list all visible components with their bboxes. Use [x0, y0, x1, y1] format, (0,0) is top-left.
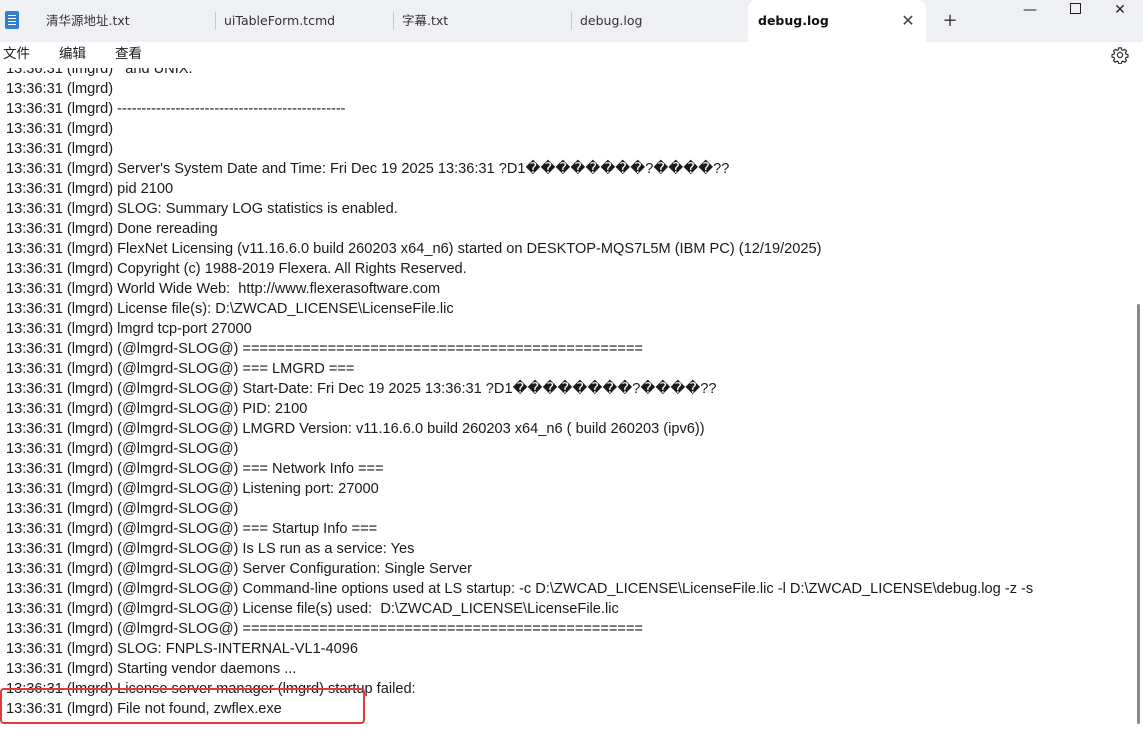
gear-icon[interactable]: [1111, 46, 1129, 64]
log-line: 13:36:31 (lmgrd) Starting vendor daemons…: [6, 661, 297, 677]
tab-file-1[interactable]: 清华源地址.txt: [38, 0, 216, 42]
log-line: 13:36:31 (lmgrd) (@lmgrd-SLOG@) LMGRD Ve…: [6, 421, 705, 437]
log-line: 13:36:31 (lmgrd) (@lmgrd-SLOG@) Listenin…: [6, 481, 379, 497]
log-line: 13:36:31 (lmgrd) (@lmgrd-SLOG@) Command-…: [6, 581, 1034, 597]
log-line: 13:36:31 (lmgrd) (@lmgrd-SLOG@) PID: 210…: [6, 401, 308, 417]
log-line: 13:36:31 (lmgrd) (@lmgrd-SLOG@) Start-Da…: [6, 381, 717, 397]
menu-view[interactable]: 查看: [115, 42, 142, 68]
notepad-icon: [5, 11, 19, 29]
log-lines: 13:36:31 (lmgrd) and UNIX. 13:36:31 (lmgr…: [6, 68, 1033, 719]
tab-file-2[interactable]: uiTableForm.tcmd: [216, 0, 394, 42]
text-editor[interactable]: 13:36:31 (lmgrd) and UNIX. 13:36:31 (lmgr…: [0, 68, 1135, 729]
tab-label: 清华源地址.txt: [46, 13, 130, 28]
maximize-button[interactable]: [1052, 0, 1098, 22]
add-tab-button[interactable]: +: [938, 0, 962, 42]
log-line: 13:36:31 (lmgrd) (@lmgrd-SLOG@) ========…: [6, 341, 643, 357]
log-line: 13:36:31 (lmgrd) (@lmgrd-SLOG@) Server C…: [6, 561, 472, 577]
scrollbar-thumb[interactable]: [1137, 304, 1140, 724]
tab-file-3[interactable]: 字幕.txt: [394, 0, 572, 42]
log-line: 13:36:31 (lmgrd) File not found, zwflex.…: [6, 701, 282, 717]
log-line: 13:36:31 (lmgrd) (@lmgrd-SLOG@) License …: [6, 601, 619, 617]
log-line: 13:36:31 (lmgrd) Done rereading: [6, 221, 218, 237]
log-line: 13:36:31 (lmgrd) (@lmgrd-SLOG@) === Star…: [6, 521, 378, 537]
log-line: 13:36:31 (lmgrd) and UNIX.: [6, 68, 193, 77]
tab-label: uiTableForm.tcmd: [224, 13, 336, 28]
tab-label: 字幕.txt: [402, 13, 449, 28]
log-line: 13:36:31 (lmgrd) SLOG: Summary LOG stati…: [6, 201, 398, 217]
log-line: 13:36:31 (lmgrd) (@lmgrd-SLOG@) === Netw…: [6, 461, 384, 477]
log-line: 13:36:31 (lmgrd) (@lmgrd-SLOG@) ========…: [6, 621, 643, 637]
log-line: 13:36:31 (lmgrd) (@lmgrd-SLOG@): [6, 441, 239, 457]
log-line: 13:36:31 (lmgrd) (@lmgrd-SLOG@) Is LS ru…: [6, 541, 415, 557]
log-line: 13:36:31 (lmgrd): [6, 81, 114, 97]
log-line: 13:36:31 (lmgrd) (@lmgrd-SLOG@) === LMGR…: [6, 361, 355, 377]
tab-file-5-active[interactable]: debug.log ✕: [748, 0, 926, 42]
log-line: 13:36:31 (lmgrd) -----------------------…: [6, 101, 346, 117]
log-line: 13:36:31 (lmgrd): [6, 121, 114, 137]
title-bar: 清华源地址.txt uiTableForm.tcmd 字幕.txt debug.…: [0, 0, 1143, 42]
log-line: 13:36:31 (lmgrd) License server manager …: [6, 681, 416, 697]
log-line: 13:36:31 (lmgrd) World Wide Web: http://…: [6, 281, 441, 297]
tab-file-4[interactable]: debug.log: [572, 0, 746, 42]
vertical-scrollbar[interactable]: [1135, 68, 1143, 729]
log-line: 13:36:31 (lmgrd) FlexNet Licensing (v11.…: [6, 241, 822, 257]
log-line: 13:36:31 (lmgrd) License file(s): D:\ZWC…: [6, 301, 454, 317]
tab-label: debug.log: [758, 13, 829, 28]
close-icon[interactable]: ✕: [898, 0, 918, 42]
log-line: 13:36:31 (lmgrd) SLOG: FNPLS-INTERNAL-VL…: [6, 641, 359, 657]
menu-bar: 文件 编辑 查看: [0, 42, 1143, 68]
log-line: 13:36:31 (lmgrd): [6, 141, 114, 157]
menu-edit[interactable]: 编辑: [59, 42, 86, 68]
maximize-icon: [1069, 3, 1081, 14]
minimize-button[interactable]: —: [1007, 0, 1053, 22]
log-line: 13:36:31 (lmgrd) lmgrd tcp-port 27000: [6, 321, 252, 337]
menu-file[interactable]: 文件: [3, 42, 30, 68]
log-line: 13:36:31 (lmgrd) (@lmgrd-SLOG@): [6, 501, 239, 517]
log-line: 13:36:31 (lmgrd) pid 2100: [6, 181, 174, 197]
log-line: 13:36:31 (lmgrd) Server's System Date an…: [6, 161, 730, 177]
tab-label: debug.log: [580, 13, 643, 28]
close-window-button[interactable]: ✕: [1097, 0, 1143, 22]
log-line: 13:36:31 (lmgrd) Copyright (c) 1988-2019…: [6, 261, 467, 277]
